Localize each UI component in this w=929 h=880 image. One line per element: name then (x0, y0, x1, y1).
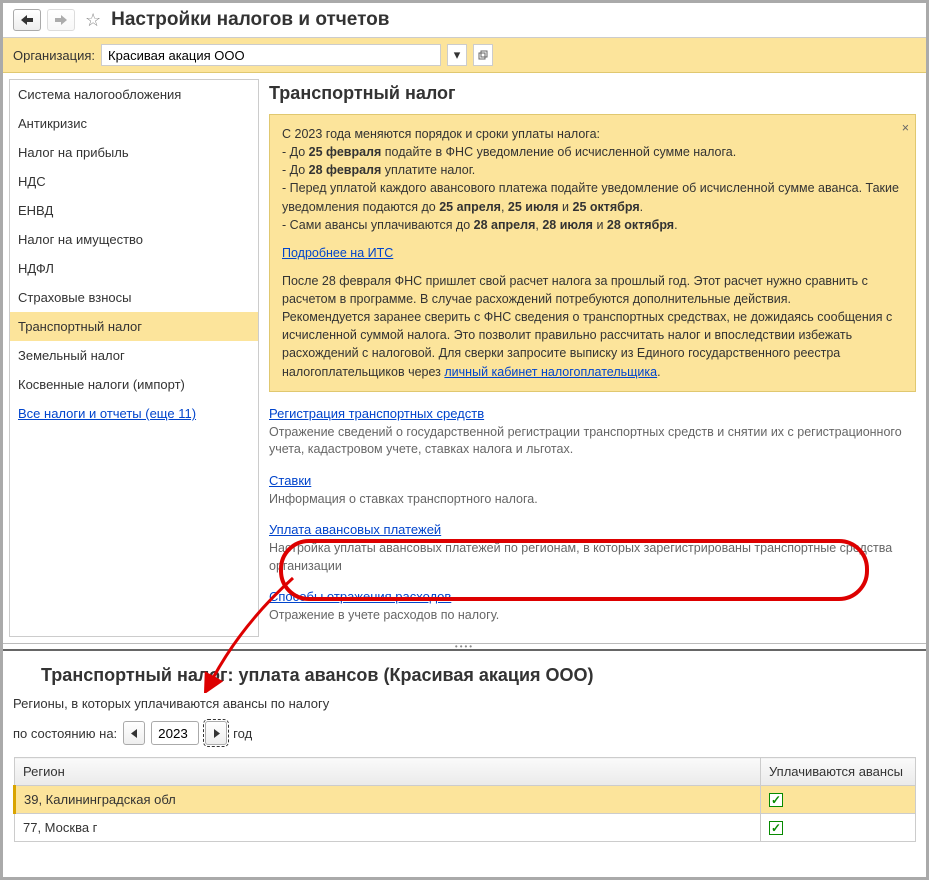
sidebar-item[interactable]: Косвенные налоги (импорт) (10, 370, 258, 399)
advance-checkbox[interactable]: ✓ (769, 821, 783, 835)
page-title: Настройки налогов и отчетов (111, 9, 389, 31)
sidebar-item[interactable]: НДС (10, 167, 258, 196)
col-advance[interactable]: Уплачиваются авансы (761, 758, 916, 786)
info-box: × С 2023 года меняются порядок и сроки у… (269, 114, 916, 392)
sidebar-item[interactable]: НДФЛ (10, 254, 258, 283)
org-open-button[interactable] (473, 44, 493, 66)
bottom-subtitle: Регионы, в которых уплачиваются авансы п… (13, 696, 916, 711)
section-link-registration[interactable]: Регистрация транспортных средств (269, 406, 484, 421)
section-link-advance[interactable]: Уплата авансовых платежей (269, 522, 441, 537)
section-link-rates[interactable]: Ставки (269, 473, 311, 488)
region-cell: 77, Москва г (15, 814, 761, 842)
section-desc: Отражение сведений о государственной рег… (269, 424, 916, 459)
year-next-button[interactable] (205, 721, 227, 745)
sidebar-item[interactable]: Система налогообложения (10, 80, 258, 109)
section-desc: Отражение в учете расходов по налогу. (269, 607, 916, 625)
content-title: Транспортный налог (269, 83, 916, 104)
org-input[interactable] (101, 44, 441, 66)
table-row[interactable]: 39, Калининградская обл ✓ (15, 786, 916, 814)
year-prev-button[interactable] (123, 721, 145, 745)
content-pane: Транспортный налог × С 2023 года меняютс… (265, 73, 926, 643)
sidebar-item[interactable]: ЕНВД (10, 196, 258, 225)
sidebar-item[interactable]: Земельный налог (10, 341, 258, 370)
as-of-label: по состоянию на: (13, 726, 117, 741)
close-icon[interactable]: × (902, 119, 909, 137)
region-cell: 39, Калининградская обл (15, 786, 761, 814)
sidebar-more-link[interactable]: Все налоги и отчеты (еще 11) (10, 399, 258, 428)
org-dropdown-button[interactable]: ▾ (447, 44, 467, 66)
section-desc: Информация о ставках транспортного налог… (269, 491, 916, 509)
table-row[interactable]: 77, Москва г ✓ (15, 814, 916, 842)
favorite-star-icon[interactable]: ☆ (85, 10, 101, 31)
cabinet-link[interactable]: личный кабинет налогоплательщика (444, 365, 657, 379)
section-link-expense[interactable]: Способы отражения расходов (269, 589, 451, 604)
year-suffix: год (233, 726, 252, 741)
sidebar-item[interactable]: Налог на имущество (10, 225, 258, 254)
back-button[interactable] (13, 9, 41, 31)
sidebar: Система налогообложения Антикризис Налог… (9, 79, 259, 637)
sidebar-item[interactable]: Налог на прибыль (10, 138, 258, 167)
forward-button[interactable] (47, 9, 75, 31)
year-input[interactable] (151, 721, 199, 745)
org-label: Организация: (13, 48, 95, 63)
sidebar-item[interactable]: Страховые взносы (10, 283, 258, 312)
col-region[interactable]: Регион (15, 758, 761, 786)
section-desc: Настройка уплаты авансовых платежей по р… (269, 540, 916, 575)
splitter-dots-icon: •••• (455, 642, 474, 651)
advance-checkbox[interactable]: ✓ (769, 793, 783, 807)
sidebar-item-selected[interactable]: Транспортный налог (10, 312, 258, 341)
regions-table: Регион Уплачиваются авансы 39, Калинингр… (13, 757, 916, 842)
sidebar-item[interactable]: Антикризис (10, 109, 258, 138)
bottom-title: Транспортный налог: уплата авансов (Крас… (41, 665, 916, 686)
more-its-link[interactable]: Подробнее на ИТС (282, 246, 393, 260)
